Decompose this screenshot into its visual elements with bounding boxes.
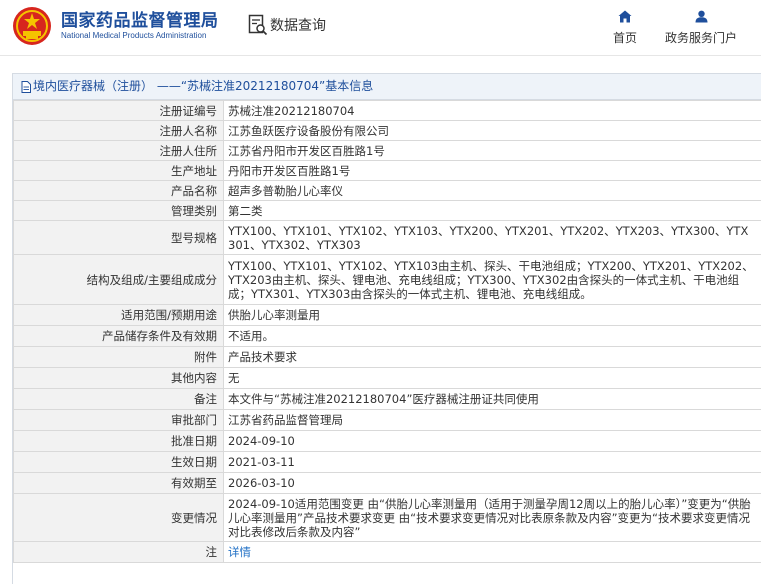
table-row: 备注 本文件与“苏械注准20212180704”医疗器械注册证共同使用 [13, 388, 761, 410]
nav-service-portal[interactable]: 政务服务门户 [662, 10, 740, 46]
row-value: 产品技术要求 [223, 346, 761, 368]
home-icon [618, 10, 632, 23]
row-label: 变更情况 [13, 493, 224, 542]
table-row: 生效日期 2021-03-11 [13, 451, 761, 473]
table-row: 注册人名称 江苏鱼跃医疗设备股份有限公司 [13, 120, 761, 141]
table-row: 注册证编号 苏械注准20212180704 [13, 100, 761, 121]
user-icon [695, 10, 707, 23]
data-query-link[interactable]: 数据查询 [270, 15, 326, 35]
row-label: 备注 [13, 388, 224, 410]
national-emblem-icon [13, 7, 51, 45]
org-name-en: National Medical Products Administration [61, 31, 207, 40]
table-row: 批准日期 2024-09-10 [13, 430, 761, 452]
row-value: 供胎儿心率测量用 [223, 304, 761, 326]
row-label: 批准日期 [13, 430, 224, 452]
detail-panel: 境内医疗器械（注册） ——“苏械注准20212180704”基本信息 注册证编号… [12, 73, 761, 584]
row-label: 其他内容 [13, 367, 224, 389]
row-value: 丹阳市开发区百胜路1号 [223, 160, 761, 181]
org-name-cn: 国家药品监督管理局 [61, 11, 219, 31]
row-label: 产品储存条件及有效期 [13, 325, 224, 347]
nav-home-label: 首页 [612, 31, 637, 45]
row-label: 型号规格 [13, 220, 224, 255]
row-label: 注册人名称 [13, 120, 224, 141]
row-value: YTX100、YTX101、YTX102、YTX103由主机、探头、干电池组成；… [223, 254, 761, 305]
details-link[interactable]: 详情 [228, 545, 251, 559]
row-label: 适用范围/预期用途 [13, 304, 224, 326]
table-row: 适用范围/预期用途 供胎儿心率测量用 [13, 304, 761, 326]
table-row: 审批部门 江苏省药品监督管理局 [13, 409, 761, 431]
row-value: 2024-09-10适用范围变更 由“供胎儿心率测量用（适用于测量孕周12周以上… [223, 493, 761, 542]
table-row: 其他内容无 [13, 367, 761, 389]
row-label: 生效日期 [13, 451, 224, 473]
site-header: 国家药品监督管理局 National Medical Products Admi… [0, 0, 761, 56]
row-label: 管理类别 [13, 200, 224, 221]
row-value: 江苏省药品监督管理局 [223, 409, 761, 431]
row-value: 第二类 [223, 200, 761, 221]
row-value: 2021-03-11 [223, 451, 761, 473]
row-label: 产品名称 [13, 180, 224, 201]
row-label: 注册证编号 [13, 100, 224, 121]
row-label: 注 [13, 541, 224, 563]
table-row: 生产地址 丹阳市开发区百胜路1号 [13, 160, 761, 181]
table-row: 变更情况 2024-09-10适用范围变更 由“供胎儿心率测量用（适用于测量孕周1… [13, 493, 761, 542]
row-label: 结构及组成/主要组成成分 [13, 254, 224, 305]
row-value: 本文件与“苏械注准20212180704”医疗器械注册证共同使用 [223, 388, 761, 410]
row-value: 江苏省丹阳市开发区百胜路1号 [223, 140, 761, 161]
row-label: 注册人住所 [13, 140, 224, 161]
row-label: 有效期至 [13, 472, 224, 494]
table-row: 注详情 [13, 541, 761, 563]
row-value: YTX100、YTX101、YTX102、YTX103、YTX200、YTX20… [223, 220, 761, 255]
row-label: 审批部门 [13, 409, 224, 431]
data-query-icon [248, 14, 268, 36]
row-value: 详情 [223, 541, 761, 563]
nav-portal-label: 政务服务门户 [664, 31, 737, 45]
table-row: 附件 产品技术要求 [13, 346, 761, 368]
table-row: 管理类别 第二类 [13, 200, 761, 221]
table-row: 注册人住所 江苏省丹阳市开发区百胜路1号 [13, 140, 761, 161]
row-value: 2024-09-10 [223, 430, 761, 452]
panel-title: 境内医疗器械（注册） ——“苏械注准20212180704”基本信息 [13, 74, 761, 100]
row-value: 苏械注准20212180704 [223, 100, 761, 121]
table-row: 结构及组成/主要组成成分 YTX100、YTX101、YTX102、YTX103由… [13, 254, 761, 305]
row-value: 无 [223, 367, 761, 389]
info-table: 注册证编号 苏械注准20212180704 注册人名称 江苏鱼跃医疗设备股份有限公司注… [13, 100, 761, 563]
panel-title-text: 境内医疗器械（注册） ——“苏械注准20212180704”基本信息 [33, 79, 374, 93]
table-row: 型号规格 YTX100、YTX101、YTX102、YTX103、YTX200、Y… [13, 220, 761, 255]
row-label: 生产地址 [13, 160, 224, 181]
table-row: 产品名称 超声多普勒胎儿心率仪 [13, 180, 761, 201]
row-value: 超声多普勒胎儿心率仪 [223, 180, 761, 201]
document-icon [21, 80, 31, 93]
table-row: 有效期至 2026-03-10 [13, 472, 761, 494]
table-row: 产品储存条件及有效期 不适用。 [13, 325, 761, 347]
row-value: 江苏鱼跃医疗设备股份有限公司 [223, 120, 761, 141]
nav-home[interactable]: 首页 [608, 10, 642, 46]
row-value: 不适用。 [223, 325, 761, 347]
row-label: 附件 [13, 346, 224, 368]
row-value: 2026-03-10 [223, 472, 761, 494]
